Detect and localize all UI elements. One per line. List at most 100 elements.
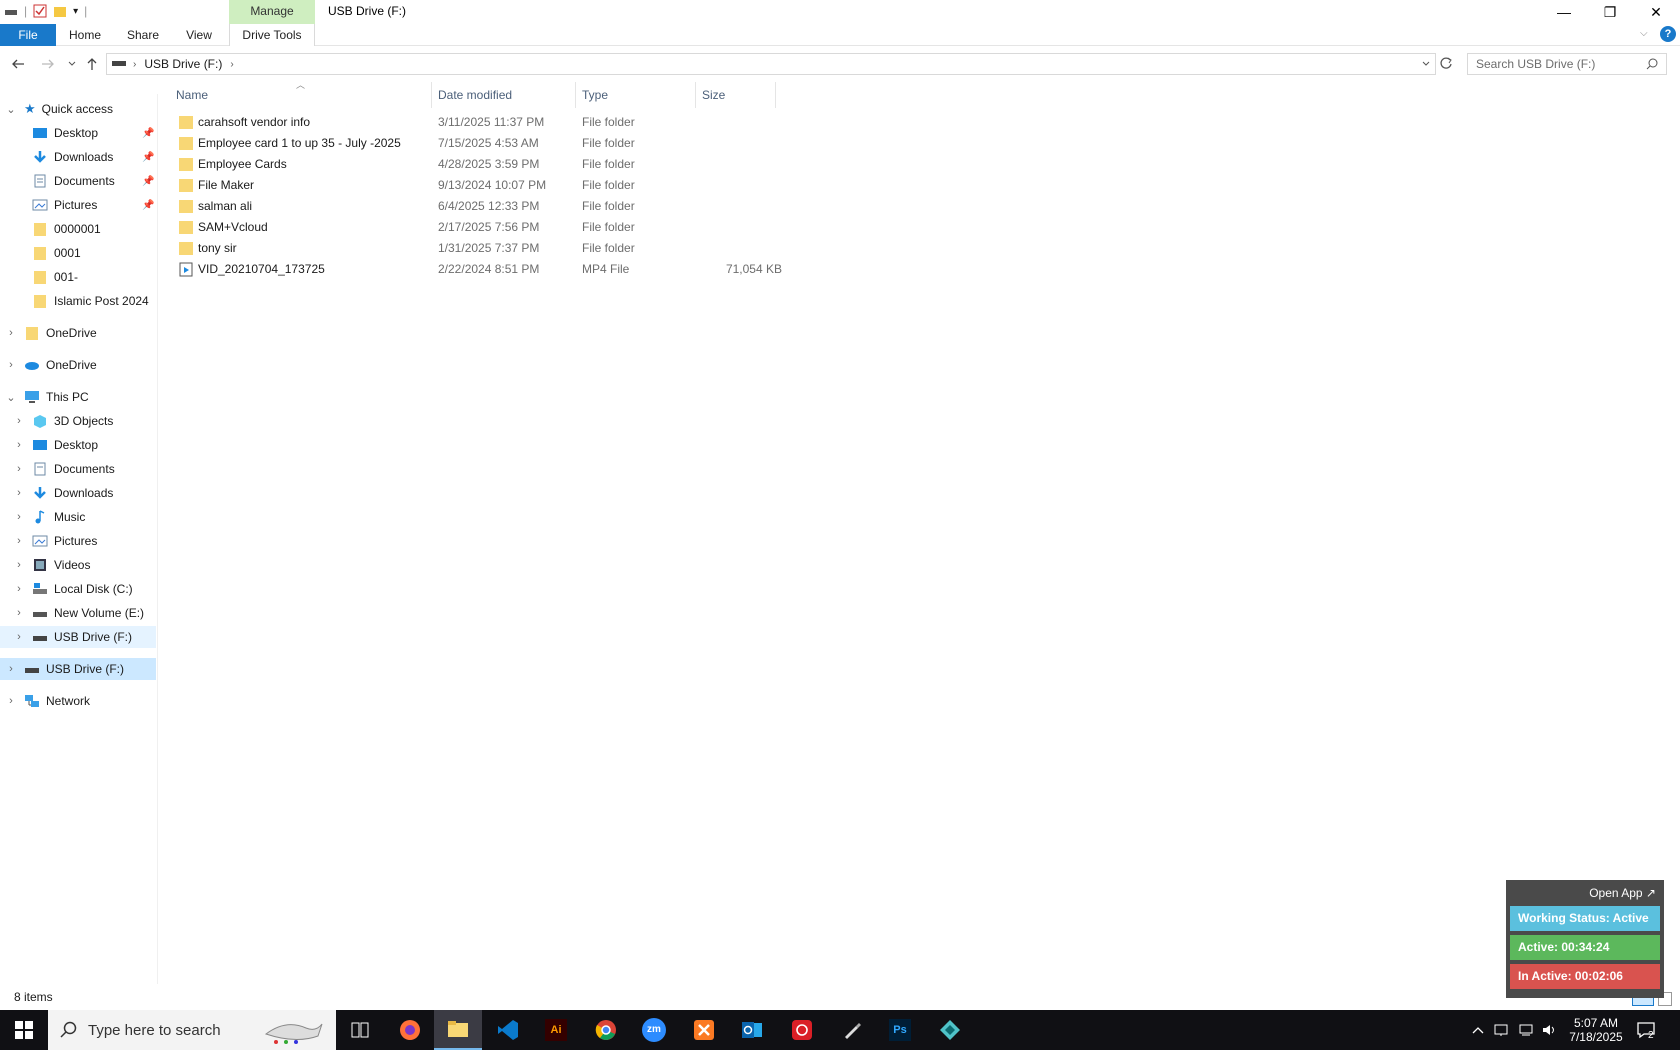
taskbar-search-box[interactable]: Type here to search — [48, 1010, 336, 1050]
taskbar-illustrator[interactable]: Ai — [532, 1010, 580, 1050]
taskbar-chrome[interactable] — [582, 1010, 630, 1050]
file-row[interactable]: Employee card 1 to up 35 - July -2025 7/… — [170, 133, 936, 154]
file-row[interactable]: carahsoft vendor info 3/11/2025 11:37 PM… — [170, 112, 936, 133]
open-app-link[interactable]: Open App ↗ — [1510, 884, 1660, 902]
nav-pc-music[interactable]: › Music — [0, 506, 158, 528]
taskbar-zoom[interactable]: zm — [630, 1010, 678, 1050]
tray-overflow-icon[interactable] — [1472, 1010, 1484, 1050]
taskbar-firefox[interactable] — [386, 1010, 434, 1050]
nav-pc-desktop[interactable]: › Desktop — [0, 434, 158, 456]
nav-pc-videos[interactable]: › Videos — [0, 554, 158, 576]
file-row[interactable]: Employee Cards 4/28/2025 3:59 PM File fo… — [170, 154, 936, 175]
chevron-right-icon[interactable]: › — [6, 327, 16, 339]
breadcrumb-usb-drive[interactable]: USB Drive (F:) — [144, 57, 222, 71]
nav-usb-drive-root[interactable]: › USB Drive (F:) — [0, 658, 156, 680]
pin-icon[interactable]: 📌 — [142, 152, 154, 163]
nav-quick-folder-islamic-post[interactable]: Islamic Post 2024 — [32, 290, 158, 312]
restore-button[interactable]: ❐ — [1587, 0, 1633, 24]
chevron-right-icon[interactable]: › — [14, 511, 24, 523]
chevron-right-icon[interactable]: › — [14, 631, 24, 643]
close-button[interactable]: ✕ — [1633, 0, 1679, 24]
chevron-right-icon[interactable]: › — [14, 535, 24, 547]
chevron-right-icon[interactable]: › — [6, 695, 16, 707]
tray-network-status-icon[interactable] — [1494, 1010, 1510, 1050]
nav-pc-new-volume-e[interactable]: › New Volume (E:) — [0, 602, 158, 624]
nav-onedrive-personal[interactable]: › OneDrive — [0, 322, 158, 344]
taskbar-pen-tool[interactable] — [828, 1010, 876, 1050]
nav-pc-3d-objects[interactable]: › 3D Objects — [0, 410, 158, 432]
chevron-right-icon[interactable]: › — [14, 415, 24, 427]
drive-icon[interactable] — [4, 4, 18, 18]
file-row[interactable]: SAM+Vcloud 2/17/2025 7:56 PM File folder — [170, 217, 936, 238]
column-header-size[interactable]: Size — [696, 82, 776, 108]
address-dropdown-icon[interactable] — [1421, 57, 1431, 74]
chevron-right-icon[interactable]: › — [14, 583, 24, 595]
nav-quick-folder-001[interactable]: 001- — [32, 266, 158, 288]
action-center-button[interactable]: 2 — [1636, 1010, 1655, 1050]
chevron-right-icon[interactable]: › — [6, 359, 16, 371]
chevron-right-icon[interactable]: › — [14, 439, 24, 451]
chevron-right-icon[interactable]: › — [14, 487, 24, 499]
taskbar-xampp[interactable] — [680, 1010, 728, 1050]
nav-onedrive-cloud[interactable]: › OneDrive — [0, 354, 158, 376]
nav-quick-access[interactable]: ⌄ ★ Quick access — [0, 98, 158, 120]
nav-pc-usb-drive-f[interactable]: › USB Drive (F:) — [0, 626, 156, 648]
search-input[interactable]: Search USB Drive (F:) — [1467, 53, 1667, 75]
nav-quick-folder-0001[interactable]: 0001 — [32, 242, 158, 264]
recent-locations-button[interactable] — [62, 54, 82, 74]
nav-pc-pictures[interactable]: › Pictures — [0, 530, 158, 552]
column-header-date[interactable]: Date modified — [432, 82, 576, 108]
chevron-down-icon[interactable]: ⌄ — [6, 103, 16, 116]
chevron-right-icon[interactable]: › — [6, 663, 16, 675]
nav-quick-documents[interactable]: Documents 📌 — [32, 170, 158, 192]
taskbar-outlook[interactable] — [728, 1010, 776, 1050]
pin-icon[interactable]: 📌 — [142, 176, 154, 187]
nav-pc-downloads[interactable]: › Downloads — [0, 482, 158, 504]
tray-network-icon[interactable] — [1518, 1010, 1534, 1050]
breadcrumb-chevron-icon[interactable]: › — [230, 59, 233, 70]
tab-view[interactable]: View — [178, 24, 220, 46]
refresh-icon[interactable] — [1439, 56, 1453, 73]
expand-ribbon-icon[interactable]: ⌵ — [1640, 28, 1648, 39]
minimize-button[interactable]: — — [1541, 0, 1587, 24]
file-row[interactable]: VID_20210704_173725 2/22/2024 8:51 PM MP… — [170, 259, 936, 280]
taskbar-file-explorer[interactable] — [434, 1010, 482, 1050]
start-button[interactable] — [0, 1010, 48, 1050]
chevron-down-icon[interactable]: ⌄ — [6, 391, 16, 404]
nav-pc-local-disk-c[interactable]: › Local Disk (C:) — [0, 578, 158, 600]
properties-icon[interactable] — [33, 4, 47, 18]
up-button[interactable] — [82, 54, 102, 74]
tab-home[interactable]: Home — [62, 24, 108, 46]
taskbar-photoshop[interactable]: Ps — [876, 1010, 924, 1050]
nav-quick-pictures[interactable]: Pictures 📌 — [32, 194, 158, 216]
address-bar[interactable]: › USB Drive (F:) › — [106, 53, 1436, 75]
nav-network[interactable]: › Network — [0, 690, 158, 712]
column-header-name[interactable]: Name — [170, 82, 432, 108]
task-view-button[interactable] — [336, 1010, 384, 1050]
customize-toolbar-icon[interactable]: ▾ — [73, 6, 78, 17]
pin-icon[interactable]: 📌 — [142, 128, 154, 139]
file-row[interactable]: tony sir 1/31/2025 7:37 PM File folder — [170, 238, 936, 259]
forward-button[interactable] — [38, 54, 58, 74]
tab-share[interactable]: Share — [118, 24, 168, 46]
chevron-right-icon[interactable]: › — [14, 559, 24, 571]
new-folder-icon[interactable] — [53, 4, 67, 18]
taskbar-app[interactable] — [926, 1010, 974, 1050]
chevron-right-icon[interactable]: › — [14, 607, 24, 619]
tab-file[interactable]: File — [0, 24, 56, 46]
help-icon[interactable]: ? — [1660, 26, 1676, 42]
file-row[interactable]: salman ali 6/4/2025 12:33 PM File folder — [170, 196, 936, 217]
nav-quick-desktop[interactable]: Desktop 📌 — [32, 122, 158, 144]
nav-quick-downloads[interactable]: Downloads 📌 — [32, 146, 158, 168]
tray-volume-icon[interactable] — [1542, 1010, 1558, 1050]
nav-this-pc[interactable]: ⌄ This PC — [0, 386, 158, 408]
taskbar-vscode[interactable] — [484, 1010, 532, 1050]
tray-clock[interactable]: 5:07 AM 7/18/2025 — [1566, 1010, 1626, 1050]
nav-quick-folder-0000001[interactable]: 0000001 — [32, 218, 158, 240]
nav-pc-documents[interactable]: › Documents — [0, 458, 158, 480]
column-header-type[interactable]: Type — [576, 82, 696, 108]
file-row[interactable]: File Maker 9/13/2024 10:07 PM File folde… — [170, 175, 936, 196]
taskbar-creative-cloud[interactable] — [778, 1010, 826, 1050]
tab-drive-tools[interactable]: Drive Tools — [229, 24, 315, 46]
pin-icon[interactable]: 📌 — [142, 200, 154, 211]
